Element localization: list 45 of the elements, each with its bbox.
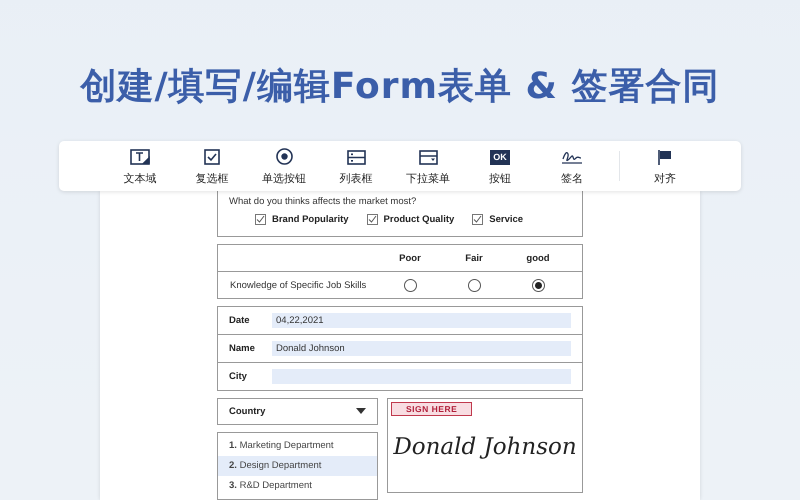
sign-here-tag: SIGN HERE: [391, 402, 472, 416]
checkbox[interactable]: [255, 214, 266, 225]
signature-icon: [561, 149, 583, 166]
input-field[interactable]: Donald Johnson: [272, 341, 571, 356]
list-item[interactable]: 3. R&D Department: [218, 476, 377, 496]
column-header: Poor: [398, 252, 422, 264]
handwritten-signature: Donald Johnson: [393, 434, 577, 460]
radio-button[interactable]: [404, 278, 416, 292]
flag-icon: [657, 149, 673, 166]
checkbox[interactable]: [366, 214, 378, 225]
field-label: City: [229, 371, 248, 382]
list-box-icon: [346, 150, 366, 166]
input-field[interactable]: 04,22,2021: [272, 313, 571, 328]
radio-button[interactable]: [468, 278, 480, 292]
toolbar-tool[interactable]: 签名: [539, 146, 605, 186]
radio-icon: [276, 148, 292, 166]
row-label: Knowledge of Specific Job Skills: [230, 280, 368, 290]
checkbox-option[interactable]: Brand Popularity: [255, 214, 349, 225]
toolbar-tool[interactable]: 对齐: [632, 146, 698, 186]
dropdown-icon: [418, 150, 438, 166]
toolbar-tool[interactable]: OK 按钮: [467, 146, 533, 186]
column-header: Fair: [464, 252, 484, 264]
signature-box[interactable]: SIGN HERE Donald Johnson: [387, 398, 583, 493]
headline: 创建/填写/编辑Form表单 & 签署合同: [80, 65, 720, 109]
toolbar-tool[interactable]: 复选框: [179, 146, 245, 186]
dropdown[interactable]: Country: [217, 398, 378, 425]
toolbar-tool[interactable]: 下拉菜单: [395, 146, 461, 186]
checkbox-option[interactable]: Service: [472, 214, 524, 225]
checkbox-icon: [204, 149, 220, 166]
text-field-icon: [130, 149, 150, 166]
checkbox-option[interactable]: Product Quality: [366, 214, 454, 225]
toolbar-tool[interactable]: 列表框: [323, 146, 389, 186]
checkbox[interactable]: [472, 214, 484, 225]
toolbar-tool[interactable]: 单选按钮: [251, 146, 317, 186]
ok-button-icon: OK: [490, 150, 510, 166]
radio-button[interactable]: [532, 278, 544, 292]
input-field[interactable]: [272, 369, 571, 384]
caret-icon: [356, 408, 366, 415]
field-label: Name: [229, 343, 256, 354]
field-label: Date: [229, 315, 251, 326]
list-item[interactable]: 1. Marketing Department: [218, 436, 377, 456]
column-header: good: [525, 252, 551, 264]
question-text: What do you thinks affects the market most?: [229, 196, 418, 207]
toolbar-tool[interactable]: 文本域: [107, 146, 173, 186]
list-item[interactable]: 2. Design Department: [218, 456, 377, 476]
